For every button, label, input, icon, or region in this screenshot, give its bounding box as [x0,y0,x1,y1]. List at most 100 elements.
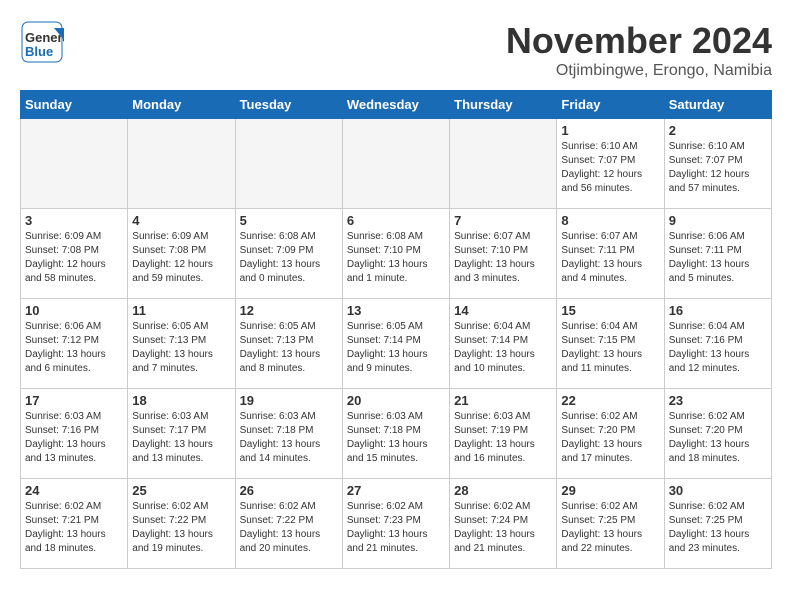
weekday-tuesday: Tuesday [235,91,342,119]
calendar-cell: 1 Sunrise: 6:10 AM Sunset: 7:07 PM Daylig… [557,119,664,209]
day-number: 21 [454,393,552,408]
cell-info: Sunrise: 6:02 AM Sunset: 7:25 PM Dayligh… [669,500,767,556]
day-number: 6 [347,213,445,228]
cell-info: Sunrise: 6:05 AM Sunset: 7:13 PM Dayligh… [240,320,338,376]
location-title: Otjimbingwe, Erongo, Namibia [506,62,772,80]
weekday-saturday: Saturday [664,91,771,119]
cell-info: Sunrise: 6:10 AM Sunset: 7:07 PM Dayligh… [669,140,767,196]
logo-icon: General Blue [20,20,64,64]
cell-info: Sunrise: 6:03 AM Sunset: 7:16 PM Dayligh… [25,410,123,466]
calendar-cell: 27 Sunrise: 6:02 AM Sunset: 7:23 PM Dayli… [342,479,449,569]
cell-info: Sunrise: 6:06 AM Sunset: 7:12 PM Dayligh… [25,320,123,376]
calendar-cell: 4 Sunrise: 6:09 AM Sunset: 7:08 PM Daylig… [128,209,235,299]
day-number: 24 [25,483,123,498]
logo: General Blue [20,20,64,64]
day-number: 20 [347,393,445,408]
calendar-cell [235,119,342,209]
calendar-table: SundayMondayTuesdayWednesdayThursdayFrid… [20,90,772,569]
week-row-4: 17 Sunrise: 6:03 AM Sunset: 7:16 PM Dayli… [21,389,772,479]
cell-info: Sunrise: 6:02 AM Sunset: 7:24 PM Dayligh… [454,500,552,556]
calendar-cell: 19 Sunrise: 6:03 AM Sunset: 7:18 PM Dayli… [235,389,342,479]
cell-info: Sunrise: 6:02 AM Sunset: 7:22 PM Dayligh… [240,500,338,556]
calendar-cell: 30Sunrise: 6:02 AM Sunset: 7:25 PM Dayli… [664,479,771,569]
calendar-cell: 11 Sunrise: 6:05 AM Sunset: 7:13 PM Dayli… [128,299,235,389]
day-number: 12 [240,303,338,318]
calendar-cell [128,119,235,209]
day-number: 17 [25,393,123,408]
cell-info: Sunrise: 6:02 AM Sunset: 7:25 PM Dayligh… [561,500,659,556]
day-number: 19 [240,393,338,408]
day-number: 5 [240,213,338,228]
cell-info: Sunrise: 6:08 AM Sunset: 7:09 PM Dayligh… [240,230,338,286]
calendar-cell: 10 Sunrise: 6:06 AM Sunset: 7:12 PM Dayli… [21,299,128,389]
calendar-cell: 16Sunrise: 6:04 AM Sunset: 7:16 PM Dayli… [664,299,771,389]
day-number: 9 [669,213,767,228]
calendar-cell: 3 Sunrise: 6:09 AM Sunset: 7:08 PM Daylig… [21,209,128,299]
day-number: 29 [561,483,659,498]
cell-info: Sunrise: 6:08 AM Sunset: 7:10 PM Dayligh… [347,230,445,286]
day-number: 4 [132,213,230,228]
calendar-body: 1 Sunrise: 6:10 AM Sunset: 7:07 PM Daylig… [21,119,772,569]
cell-info: Sunrise: 6:02 AM Sunset: 7:21 PM Dayligh… [25,500,123,556]
day-number: 11 [132,303,230,318]
weekday-header-row: SundayMondayTuesdayWednesdayThursdayFrid… [21,91,772,119]
calendar-cell: 14Sunrise: 6:04 AM Sunset: 7:14 PM Dayli… [450,299,557,389]
calendar-cell: 25Sunrise: 6:02 AM Sunset: 7:22 PM Dayli… [128,479,235,569]
weekday-sunday: Sunday [21,91,128,119]
page-header: General Blue November 2024 Otjimbingwe, … [20,20,772,80]
calendar-cell: 17 Sunrise: 6:03 AM Sunset: 7:16 PM Dayli… [21,389,128,479]
cell-info: Sunrise: 6:03 AM Sunset: 7:18 PM Dayligh… [240,410,338,466]
calendar-cell [21,119,128,209]
calendar-cell [450,119,557,209]
calendar-cell: 13Sunrise: 6:05 AM Sunset: 7:14 PM Dayli… [342,299,449,389]
cell-info: Sunrise: 6:10 AM Sunset: 7:07 PM Dayligh… [561,140,659,196]
day-number: 15 [561,303,659,318]
cell-info: Sunrise: 6:03 AM Sunset: 7:18 PM Dayligh… [347,410,445,466]
cell-info: Sunrise: 6:06 AM Sunset: 7:11 PM Dayligh… [669,230,767,286]
cell-info: Sunrise: 6:05 AM Sunset: 7:14 PM Dayligh… [347,320,445,376]
cell-info: Sunrise: 6:02 AM Sunset: 7:23 PM Dayligh… [347,500,445,556]
cell-info: Sunrise: 6:05 AM Sunset: 7:13 PM Dayligh… [132,320,230,376]
week-row-3: 10 Sunrise: 6:06 AM Sunset: 7:12 PM Dayli… [21,299,772,389]
calendar-cell: 5 Sunrise: 6:08 AM Sunset: 7:09 PM Daylig… [235,209,342,299]
day-number: 18 [132,393,230,408]
calendar-cell: 24 Sunrise: 6:02 AM Sunset: 7:21 PM Dayli… [21,479,128,569]
calendar-cell: 2 Sunrise: 6:10 AM Sunset: 7:07 PM Daylig… [664,119,771,209]
svg-text:Blue: Blue [25,44,53,59]
day-number: 26 [240,483,338,498]
title-area: November 2024 Otjimbingwe, Erongo, Namib… [506,20,772,80]
weekday-thursday: Thursday [450,91,557,119]
week-row-1: 1 Sunrise: 6:10 AM Sunset: 7:07 PM Daylig… [21,119,772,209]
day-number: 28 [454,483,552,498]
day-number: 2 [669,123,767,138]
day-number: 22 [561,393,659,408]
cell-info: Sunrise: 6:02 AM Sunset: 7:20 PM Dayligh… [669,410,767,466]
cell-info: Sunrise: 6:09 AM Sunset: 7:08 PM Dayligh… [132,230,230,286]
day-number: 10 [25,303,123,318]
day-number: 27 [347,483,445,498]
calendar-cell [342,119,449,209]
calendar-cell: 26 Sunrise: 6:02 AM Sunset: 7:22 PM Dayli… [235,479,342,569]
calendar-cell: 7 Sunrise: 6:07 AM Sunset: 7:10 PM Daylig… [450,209,557,299]
calendar-cell: 9 Sunrise: 6:06 AM Sunset: 7:11 PM Daylig… [664,209,771,299]
day-number: 7 [454,213,552,228]
calendar-cell: 20 Sunrise: 6:03 AM Sunset: 7:18 PM Dayli… [342,389,449,479]
cell-info: Sunrise: 6:03 AM Sunset: 7:17 PM Dayligh… [132,410,230,466]
day-number: 1 [561,123,659,138]
cell-info: Sunrise: 6:04 AM Sunset: 7:15 PM Dayligh… [561,320,659,376]
cell-info: Sunrise: 6:09 AM Sunset: 7:08 PM Dayligh… [25,230,123,286]
cell-info: Sunrise: 6:02 AM Sunset: 7:20 PM Dayligh… [561,410,659,466]
day-number: 23 [669,393,767,408]
cell-info: Sunrise: 6:07 AM Sunset: 7:10 PM Dayligh… [454,230,552,286]
weekday-friday: Friday [557,91,664,119]
calendar-cell: 21 Sunrise: 6:03 AM Sunset: 7:19 PM Dayli… [450,389,557,479]
cell-info: Sunrise: 6:03 AM Sunset: 7:19 PM Dayligh… [454,410,552,466]
calendar-cell: 8Sunrise: 6:07 AM Sunset: 7:11 PM Daylig… [557,209,664,299]
week-row-2: 3 Sunrise: 6:09 AM Sunset: 7:08 PM Daylig… [21,209,772,299]
day-number: 16 [669,303,767,318]
calendar-cell: 23 Sunrise: 6:02 AM Sunset: 7:20 PM Dayli… [664,389,771,479]
calendar-cell: 12 Sunrise: 6:05 AM Sunset: 7:13 PM Dayli… [235,299,342,389]
day-number: 3 [25,213,123,228]
weekday-monday: Monday [128,91,235,119]
day-number: 14 [454,303,552,318]
